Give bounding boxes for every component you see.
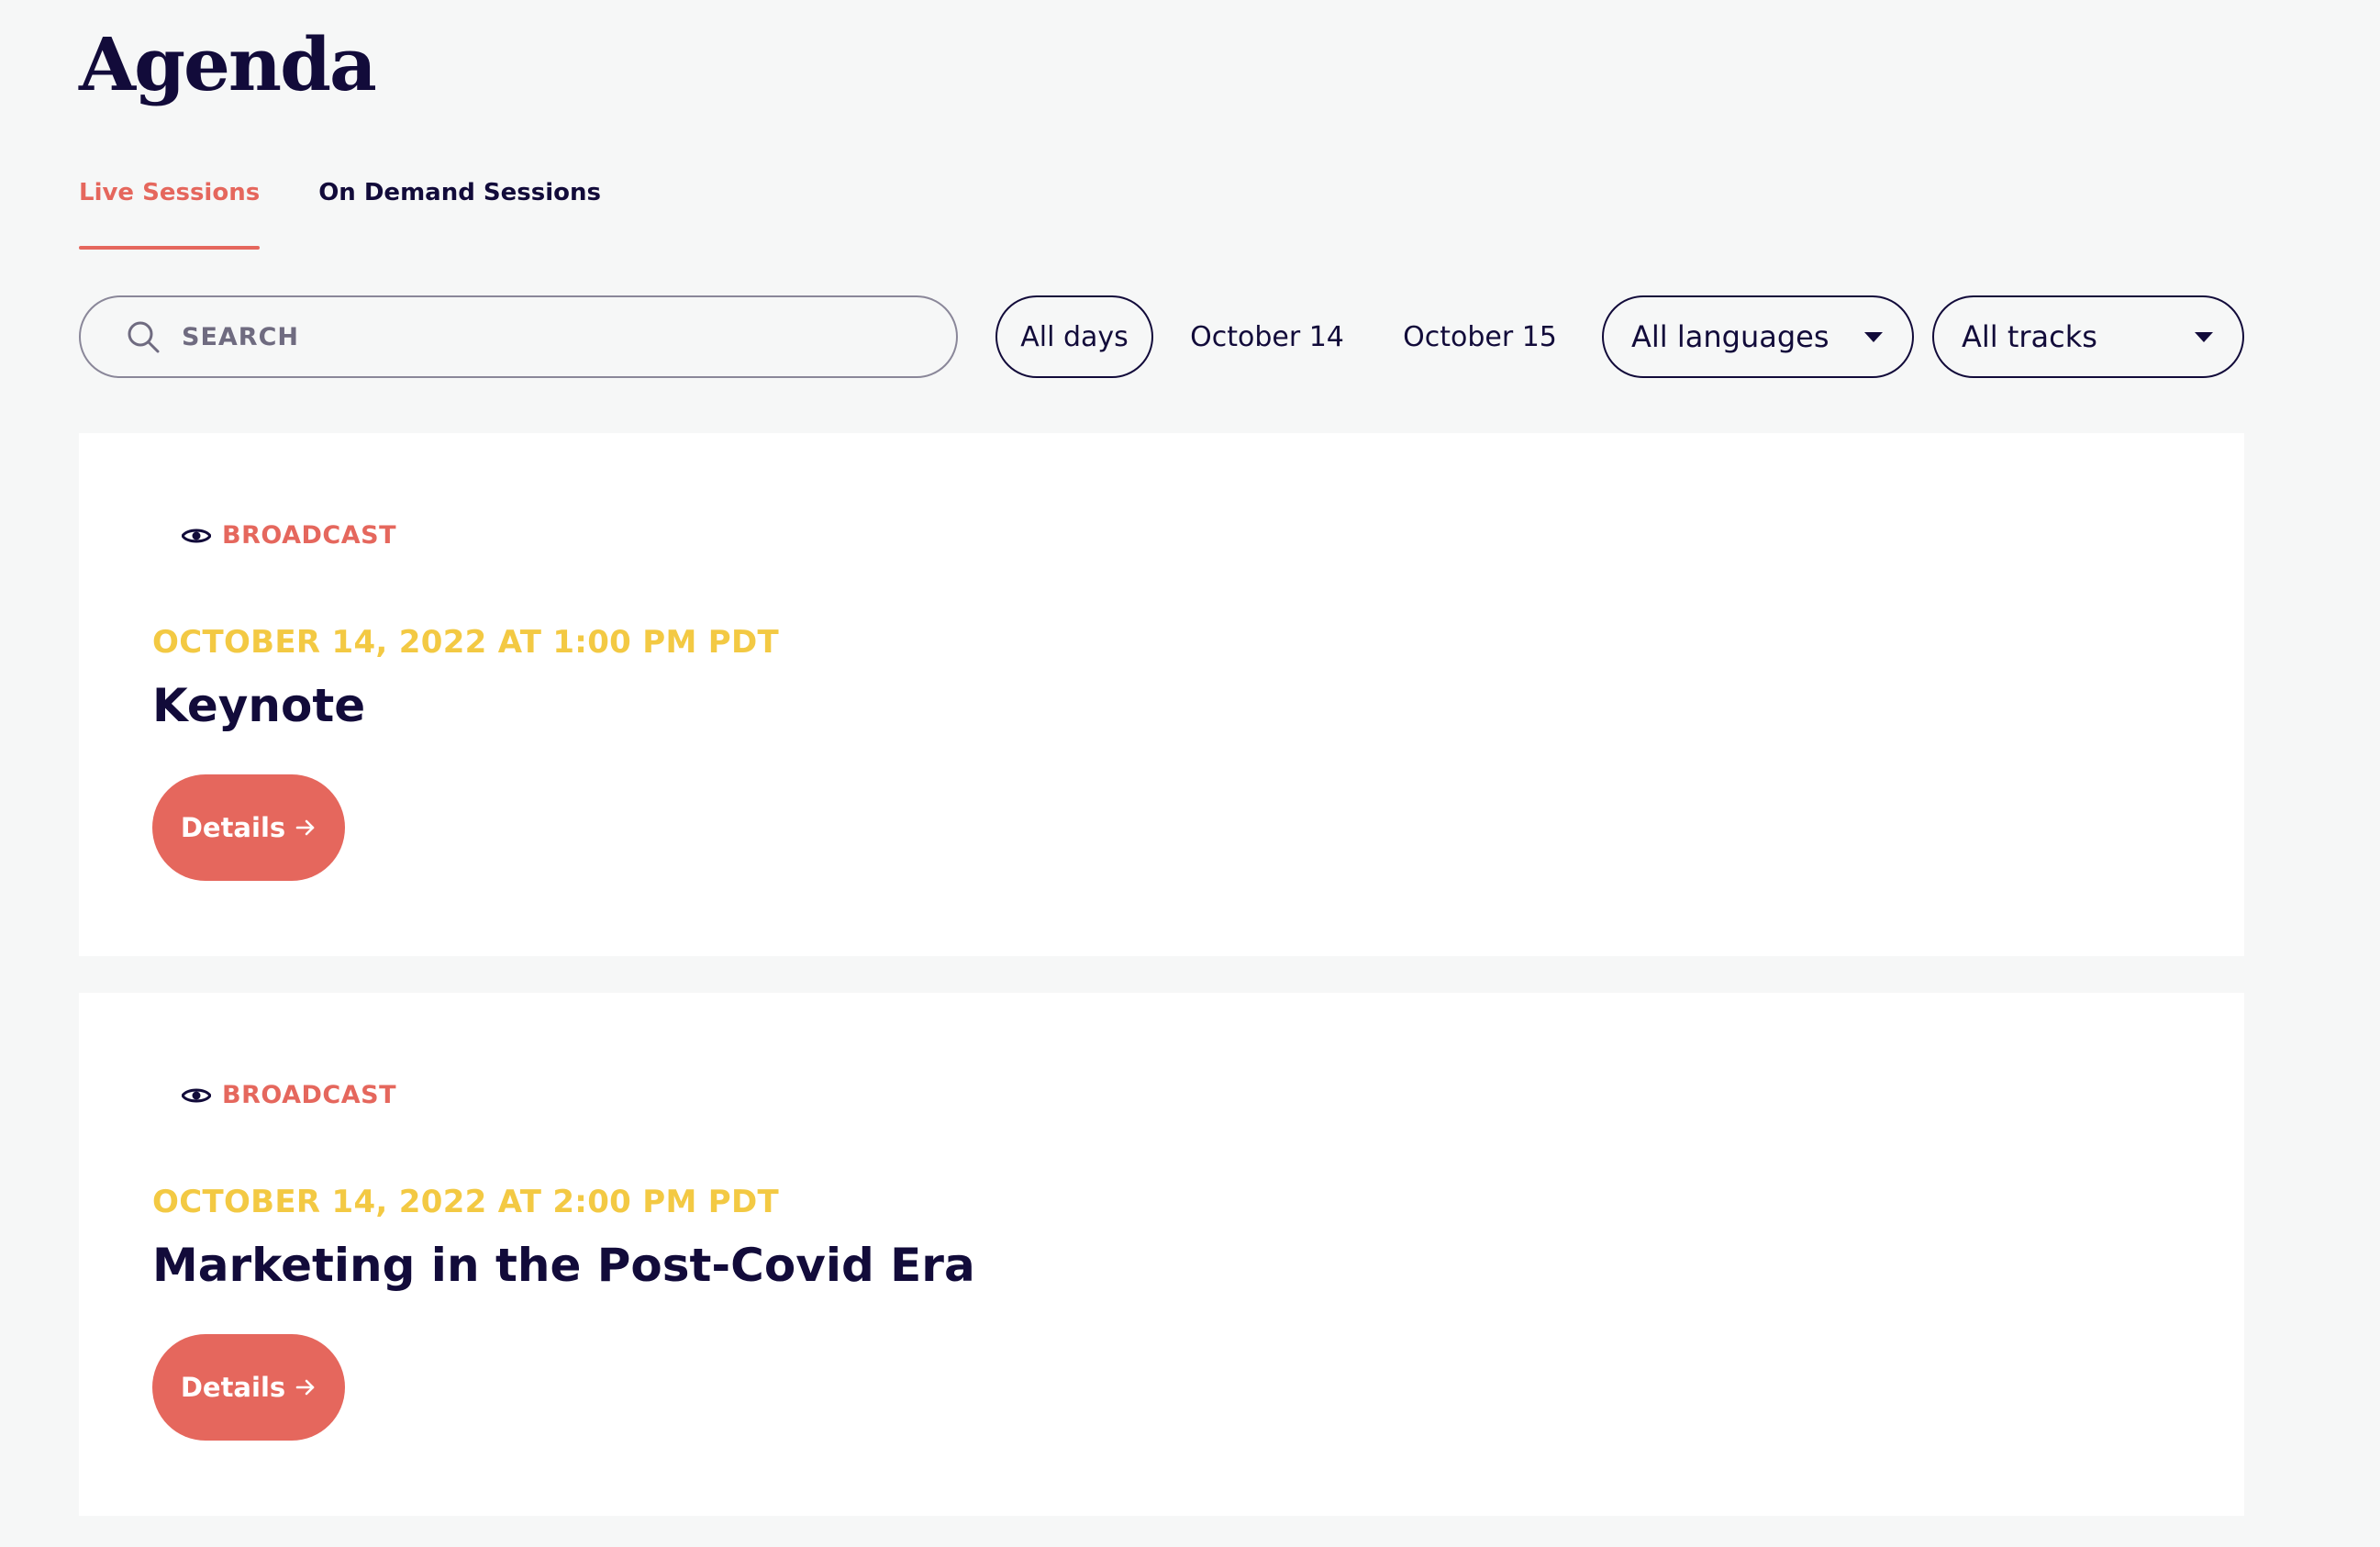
- day-filter-all-days[interactable]: All days: [995, 295, 1153, 378]
- session-badge: BROADCAST: [182, 1081, 396, 1109]
- search-input[interactable]: [182, 322, 879, 351]
- search-icon: [128, 321, 160, 353]
- session-badge-label: BROADCAST: [222, 521, 396, 550]
- caret-down-icon: [2195, 331, 2213, 342]
- tab-live-sessions[interactable]: Live Sessions: [79, 174, 261, 250]
- details-button[interactable]: Details: [152, 774, 345, 881]
- search-box[interactable]: [79, 295, 958, 378]
- eye-icon: [182, 529, 211, 542]
- page-title: Agenda: [79, 21, 377, 107]
- caret-down-icon: [1864, 331, 1883, 342]
- session-date: OCTOBER 14, 2022 AT 2:00 PM PDT: [152, 1184, 779, 1220]
- arrow-right-icon: [295, 819, 315, 836]
- filter-bar: All days October 14 October 15 All langu…: [79, 295, 2244, 378]
- session-badge-label: BROADCAST: [222, 1081, 396, 1109]
- session-card: BROADCAST OCTOBER 14, 2022 AT 1:00 PM PD…: [79, 433, 2244, 956]
- tab-on-demand-sessions[interactable]: On Demand Sessions: [318, 174, 601, 250]
- day-filter-october-15[interactable]: October 15: [1384, 295, 1576, 378]
- details-button-label: Details: [180, 812, 286, 843]
- language-dropdown[interactable]: All languages: [1602, 295, 1914, 378]
- day-filter-october-14[interactable]: October 14: [1171, 295, 1363, 378]
- language-dropdown-label: All languages: [1631, 319, 1829, 354]
- session-title: Marketing in the Post-Covid Era: [152, 1239, 975, 1292]
- session-date: OCTOBER 14, 2022 AT 1:00 PM PDT: [152, 624, 779, 661]
- arrow-right-icon: [295, 1379, 315, 1396]
- tracks-dropdown[interactable]: All tracks: [1932, 295, 2244, 378]
- session-title: Keynote: [152, 679, 366, 732]
- eye-icon: [182, 1088, 211, 1102]
- details-button-label: Details: [180, 1372, 286, 1403]
- session-badge: BROADCAST: [182, 521, 396, 550]
- session-tabs: Live Sessions On Demand Sessions: [79, 174, 601, 250]
- session-card: BROADCAST OCTOBER 14, 2022 AT 2:00 PM PD…: [79, 993, 2244, 1516]
- details-button[interactable]: Details: [152, 1334, 345, 1441]
- tracks-dropdown-label: All tracks: [1962, 319, 2097, 354]
